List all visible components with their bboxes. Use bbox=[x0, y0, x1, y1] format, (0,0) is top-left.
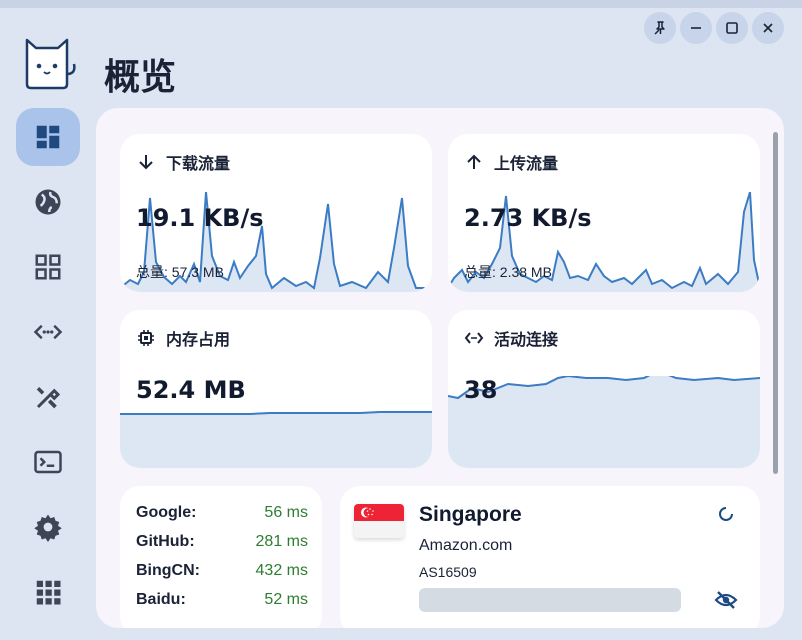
chip-icon bbox=[138, 330, 154, 346]
ip-address-placeholder bbox=[419, 588, 681, 612]
sidebar-item-profiles[interactable] bbox=[16, 238, 80, 296]
close-button[interactable] bbox=[752, 12, 784, 44]
tools-icon bbox=[36, 387, 61, 409]
sidebar-item-logs[interactable] bbox=[16, 433, 80, 491]
desktop-strip bbox=[0, 0, 802, 8]
latency-site: BingCN: bbox=[136, 562, 200, 579]
page-title: 概览 bbox=[104, 57, 177, 98]
code-arrows-icon bbox=[33, 324, 63, 340]
sidebar-item-rules[interactable] bbox=[16, 368, 80, 426]
latency-site: Baidu: bbox=[136, 591, 186, 608]
cat-logo bbox=[25, 38, 76, 90]
connections-title: 活动连接 bbox=[494, 332, 559, 349]
list-item: BingCN: 432 ms bbox=[136, 562, 308, 580]
eye-off-icon[interactable] bbox=[714, 590, 738, 610]
gear-icon bbox=[34, 514, 62, 542]
minimize-icon bbox=[691, 27, 701, 29]
sidebar-item-connections[interactable] bbox=[16, 303, 80, 361]
sidebar-item-settings[interactable] bbox=[16, 498, 80, 556]
download-speed: 19.1 KB/s bbox=[136, 204, 264, 232]
scrollbar[interactable] bbox=[773, 132, 778, 474]
ip-info-card: Singapore Amazon.com AS16509 bbox=[340, 486, 760, 628]
latency-value: 52 ms bbox=[264, 591, 308, 608]
latency-card: Google: 56 ms GitHub: 281 ms BingCN: 432… bbox=[120, 486, 322, 628]
latency-value: 281 ms bbox=[255, 533, 308, 550]
memory-card: 内存占用 52.4 MB bbox=[120, 310, 432, 468]
singapore-flag-icon bbox=[354, 504, 404, 538]
sidebar-item-apps[interactable] bbox=[16, 563, 80, 621]
minimize-button[interactable] bbox=[680, 12, 712, 44]
memory-sparkline bbox=[120, 411, 432, 468]
download-total: 总量: 57.3 MB bbox=[136, 264, 224, 280]
code-arrows-icon bbox=[464, 332, 484, 344]
grid-icon bbox=[35, 254, 61, 280]
dashboard-icon bbox=[36, 125, 60, 149]
latency-site: GitHub: bbox=[136, 533, 195, 550]
ip-asn: AS16509 bbox=[419, 564, 477, 580]
memory-usage: 52.4 MB bbox=[136, 376, 246, 404]
latency-value: 432 ms bbox=[255, 562, 308, 579]
memory-title: 内存占用 bbox=[166, 332, 231, 349]
refresh-spinner-icon[interactable] bbox=[716, 504, 736, 524]
dashboard-content[interactable]: 下载流量 19.1 KB/s 总量: 57.3 MB 上传流量 2.73 KB/… bbox=[96, 108, 784, 628]
upload-title: 上传流量 bbox=[494, 156, 559, 173]
connections-count: 38 bbox=[464, 376, 498, 404]
maximize-button[interactable] bbox=[716, 12, 748, 44]
download-card: 下载流量 19.1 KB/s 总量: 57.3 MB bbox=[120, 134, 432, 292]
apps-icon bbox=[36, 580, 61, 605]
upload-card: 上传流量 2.73 KB/s 总量: 2.38 MB bbox=[448, 134, 760, 292]
list-item: GitHub: 281 ms bbox=[136, 533, 308, 551]
connections-card: 活动连接 38 bbox=[448, 310, 760, 468]
upload-total: 总量: 2.38 MB bbox=[464, 264, 552, 280]
download-title: 下载流量 bbox=[166, 156, 231, 173]
list-item: Google: 56 ms bbox=[136, 504, 308, 522]
latency-site: Google: bbox=[136, 504, 197, 521]
ip-country: Singapore bbox=[419, 503, 522, 526]
maximize-icon bbox=[726, 22, 738, 34]
terminal-icon bbox=[34, 450, 62, 474]
sidebar-item-proxies[interactable] bbox=[16, 173, 80, 231]
sidebar-item-dashboard[interactable] bbox=[16, 108, 80, 166]
arrow-down-icon bbox=[139, 155, 153, 170]
latency-value: 56 ms bbox=[264, 504, 308, 521]
upload-speed: 2.73 KB/s bbox=[464, 204, 592, 232]
pin-button[interactable] bbox=[644, 12, 676, 44]
close-icon bbox=[763, 23, 773, 33]
globe-icon bbox=[35, 189, 61, 215]
arrow-up-icon bbox=[467, 154, 481, 169]
pin-icon bbox=[654, 21, 665, 35]
ip-org: Amazon.com bbox=[419, 537, 513, 554]
list-item: Baidu: 52 ms bbox=[136, 591, 308, 609]
